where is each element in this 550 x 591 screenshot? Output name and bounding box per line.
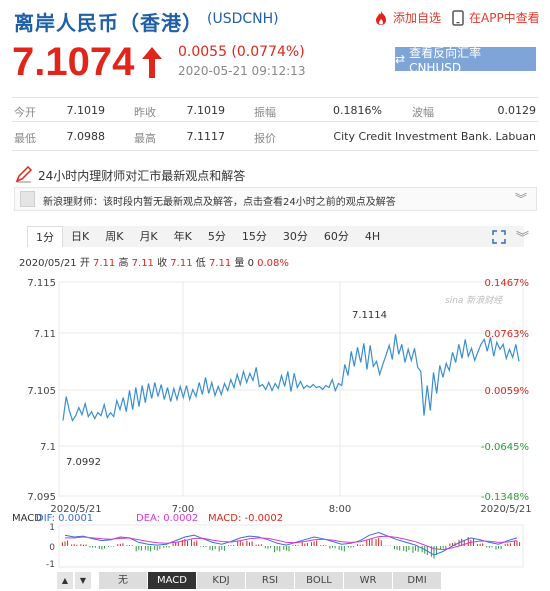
macd-tick-label: 0 [49, 543, 55, 553]
quote-page: 离岸人民币（香港） (USDCNH) 添加自选 在APP中查看 7.1074 0… [0, 0, 550, 591]
stat-label-amplitude: 振幅 [254, 106, 276, 119]
add-watchlist-label: 添加自选 [393, 11, 442, 25]
price-change: 0.0055 (0.0774%) [178, 44, 305, 60]
y-percent-label: -0.0645% [481, 442, 529, 453]
divider [12, 97, 538, 98]
macd-legend-label: MACD: -0.0002 [208, 513, 283, 524]
info-percent: 0.08% [257, 258, 289, 269]
info-volume-label: 量 [234, 258, 245, 269]
stat-label-quote-source: 报价 [254, 132, 276, 145]
y-percent-label: 0.1467% [485, 278, 530, 289]
info-close: 7.11 [170, 258, 193, 269]
indicator-tab-kdj[interactable]: KDJ [197, 572, 246, 589]
stat-value-low: 7.0988 [66, 130, 106, 143]
price-chart: 7.1157.117.1057.17.0950.1467%0.0763%0.00… [27, 278, 531, 515]
high-annotation: 7.1114 [352, 310, 387, 321]
advisor-notice-title: 24小时内理财师对汇市最新观点和解答 [38, 168, 246, 183]
stat-value-amplitude: 0.1816% [333, 104, 382, 117]
indicator-tab-wr[interactable]: WR [344, 572, 393, 589]
y-percent-label: 0.0059% [485, 386, 530, 397]
chevron-down-icon[interactable]: ︾ [515, 190, 527, 207]
add-watchlist-button[interactable]: 添加自选 [373, 9, 441, 26]
stat-value-range: 0.0129 [497, 104, 537, 117]
y-tick-label: 7.115 [27, 278, 56, 289]
tab-period-4[interactable]: 年K [166, 226, 200, 247]
advisor-notice[interactable]: 24小时内理财师对汇市最新观点和解答 [14, 165, 246, 184]
y-tick-label: 7.11 [34, 329, 56, 340]
low-annotation: 7.0992 [66, 457, 101, 468]
tab-period-1[interactable]: 日K [63, 226, 97, 247]
indicator-tab-无[interactable]: 无 [99, 572, 148, 589]
info-high: 7.11 [131, 258, 154, 269]
macd-tick-label: 1 [49, 523, 55, 533]
divider [12, 150, 538, 151]
info-open: 7.11 [93, 258, 116, 269]
prev-arrow-button[interactable]: ▲ [57, 572, 73, 589]
stat-value-high: 7.1117 [186, 130, 226, 143]
watermark: sina 新浪财经 [445, 295, 503, 306]
advisor-comment-text: 新浪理财师：该时段内暂无最新观点及解答，点击查看24小时之前的观点及解答 [43, 197, 396, 208]
indicator-tab-rsi[interactable]: RSI [246, 572, 295, 589]
stat-value-open: 7.1019 [66, 104, 106, 117]
y-percent-label: -0.1348% [481, 492, 529, 503]
tab-period-6[interactable]: 15分 [234, 226, 275, 247]
avatar [20, 191, 35, 207]
stat-label-high: 最高 [134, 132, 156, 145]
dif-line [64, 531, 518, 556]
stat-value-quote-source: City Credit Investment Bank. Labuan [333, 130, 536, 143]
page-title: 离岸人民币（香港） [14, 11, 203, 35]
indicator-tab-dmi[interactable]: DMI [393, 572, 442, 589]
y-tick-label: 7.105 [27, 386, 56, 397]
stat-label-low: 最低 [14, 132, 36, 145]
tab-period-2[interactable]: 周K [97, 226, 131, 247]
quote-timestamp: 2020-05-21 09:12:13 [178, 64, 306, 78]
tab-period-7[interactable]: 30分 [275, 226, 316, 247]
info-high-label: 高 [118, 258, 129, 269]
reverse-rate-button[interactable]: ⇄ 查看反向汇率 CNHUSD [395, 46, 536, 75]
macd-tick-label: -1 [46, 560, 55, 570]
open-app-label: 在APP中查看 [469, 11, 540, 25]
ohlc-info-bar: 2020/05/21 开 7.11 高 7.11 收 7.11 低 7.11 量… [19, 254, 289, 269]
indicator-tab-boll[interactable]: BOLL [295, 572, 344, 589]
macd-legend-label: DEA: 0.0002 [136, 513, 198, 524]
macd-legend-label: DIF: 0.0001 [36, 513, 93, 524]
up-arrow-icon [140, 45, 164, 81]
info-volume: 0 [247, 258, 254, 269]
tab-period-8[interactable]: 60分 [316, 226, 357, 247]
info-close-label: 收 [157, 258, 168, 269]
tab-period-0[interactable]: 1分 [27, 226, 63, 247]
y-tick-label: 7.095 [27, 492, 56, 503]
info-date: 2020/05/21 [19, 258, 77, 269]
pencil-icon [14, 165, 34, 184]
tab-period-5[interactable]: 5分 [200, 226, 234, 247]
flame-icon [373, 10, 389, 26]
macd-chart: MACDDIF: 0.0001 DEA: 0.0002 MACD: -0.00021… [12, 513, 524, 570]
info-low-label: 低 [195, 258, 206, 269]
period-tabs: 1分 日K 周K 月K 年K 5分 15分 30分 60分 4H [27, 226, 524, 247]
next-arrow-button[interactable]: ▼ [75, 572, 91, 589]
y-tick-label: 7.1 [40, 442, 56, 453]
price-series-line [62, 334, 520, 422]
stat-label-range: 波幅 [412, 106, 434, 119]
symbol-code: (USDCNH) [207, 11, 279, 27]
divider [12, 121, 538, 122]
swap-icon: ⇄ [395, 52, 406, 66]
phone-icon [451, 9, 465, 26]
info-low: 7.11 [208, 258, 232, 269]
reverse-rate-label: 查看反向汇率 CNHUSD [409, 45, 482, 75]
stat-label-prev-close: 昨收 [134, 106, 156, 119]
fullscreen-icon[interactable] [492, 229, 506, 244]
indicator-tab-macd[interactable]: MACD [148, 572, 197, 589]
tab-period-3[interactable]: 月K [131, 226, 165, 247]
tab-period-9[interactable]: 4H [357, 226, 388, 247]
info-open-label: 开 [79, 258, 90, 269]
stat-label-open: 今开 [14, 106, 36, 119]
current-price: 7.1074 [12, 40, 135, 84]
open-app-button[interactable]: 在APP中查看 [451, 9, 540, 26]
stat-value-prev-close: 7.1019 [186, 104, 226, 117]
advisor-comment-row[interactable]: 新浪理财师：该时段内暂无最新观点及解答，点击查看24小时之前的观点及解答 ︾ [14, 187, 537, 211]
collapse-icon[interactable]: ︾ [516, 227, 529, 246]
